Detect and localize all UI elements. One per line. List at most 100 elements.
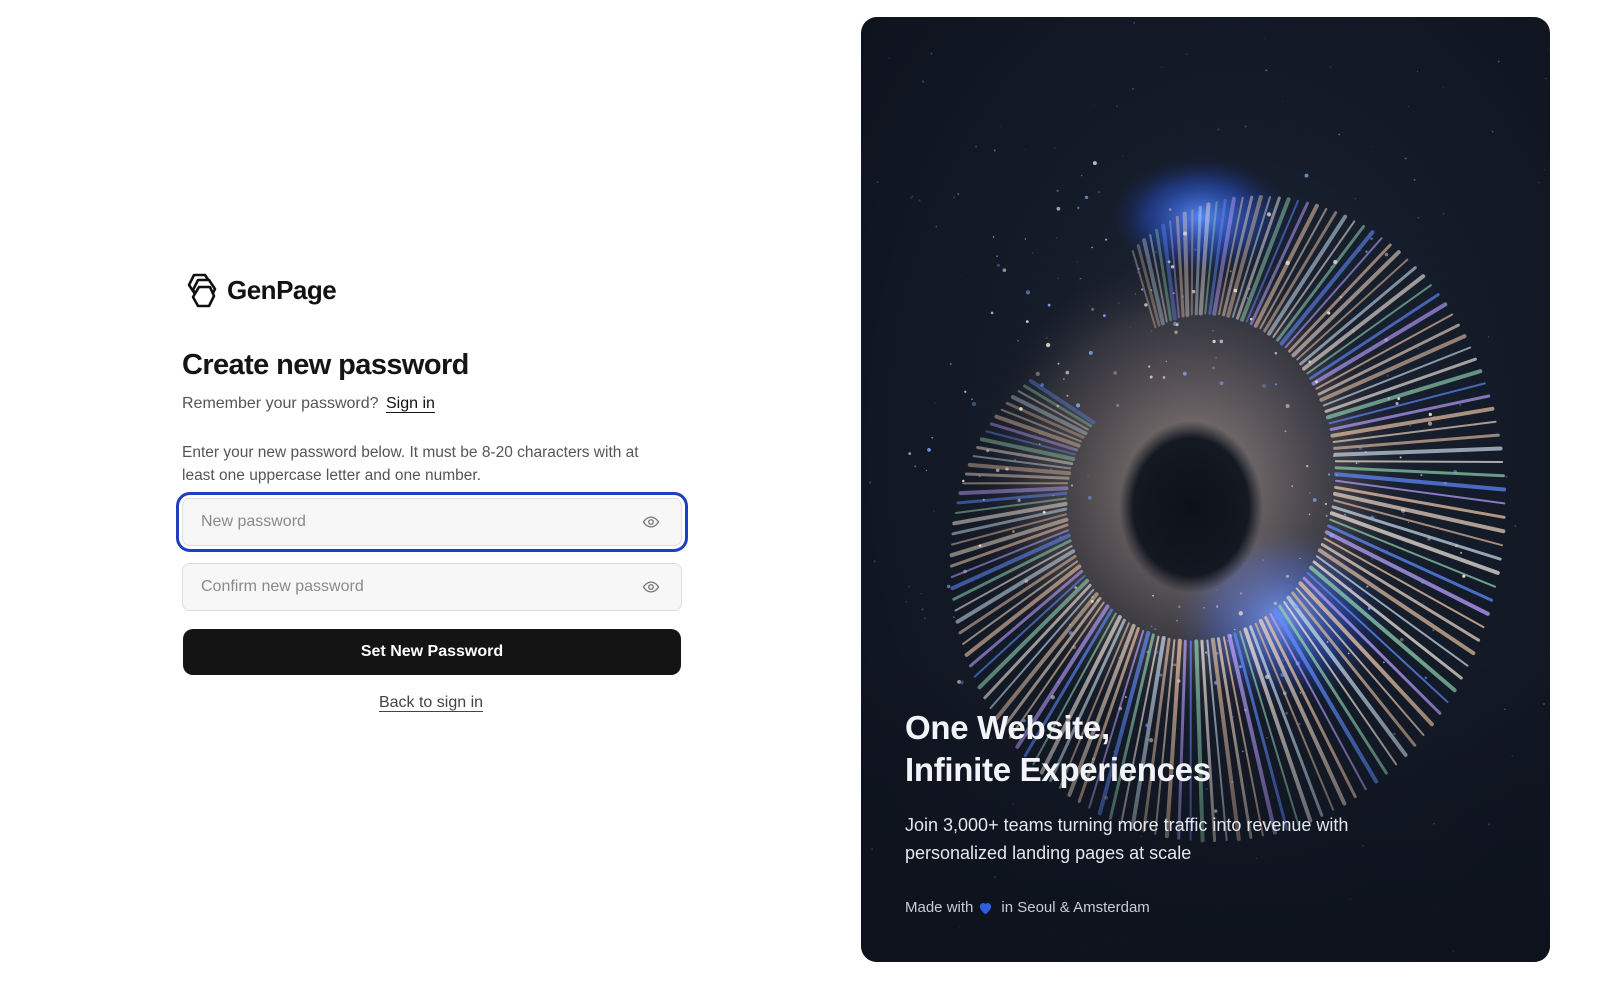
sparkle-dot	[1212, 366, 1215, 369]
sparkle-dot	[1401, 509, 1405, 513]
sparkle-dot	[1240, 592, 1243, 595]
password-requirements-text: Enter your new password below. It must b…	[182, 441, 674, 487]
sparkle-dot	[1116, 404, 1119, 407]
brand-name: GenPage	[227, 275, 336, 306]
sparkle-dot	[1151, 289, 1153, 291]
sparkle-dot	[1097, 599, 1100, 602]
page-title: Create new password	[182, 349, 469, 382]
new-password-field[interactable]	[182, 498, 682, 546]
swirl-ray	[1185, 214, 1188, 316]
form-column: GenPage Create new password Remember you…	[181, 270, 681, 310]
sparkle-dot	[1151, 626, 1152, 627]
eye-icon[interactable]	[641, 577, 661, 597]
sparkle-dot	[1040, 383, 1044, 387]
sparkle-dot	[1234, 289, 1238, 293]
genpage-logo-icon	[181, 271, 219, 309]
sparkle-dot	[1005, 467, 1008, 470]
background-star	[1132, 88, 1134, 90]
sparkle-dot	[1066, 395, 1068, 397]
sparkle-dot	[1017, 499, 1020, 502]
sparkle-dot	[1250, 318, 1252, 320]
confirm-password-field[interactable]	[182, 563, 682, 611]
confirm-password-input[interactable]	[183, 564, 641, 610]
background-star	[1265, 38, 1266, 39]
background-star	[908, 586, 909, 587]
background-star	[877, 181, 878, 182]
sparkle-dot	[950, 363, 952, 365]
sparkle-dot	[1146, 651, 1148, 653]
swirl-ray	[1192, 210, 1193, 314]
sparkle-dot	[1017, 340, 1019, 342]
sparkle-dot	[1291, 485, 1293, 487]
sparkle-dot	[1057, 207, 1061, 211]
sparkle-dot	[1331, 266, 1333, 268]
eye-icon[interactable]	[641, 512, 661, 532]
sparkle-dot	[1427, 537, 1430, 540]
sparkle-dot	[1173, 292, 1175, 294]
sparkle-dot	[1144, 303, 1147, 306]
sparkle-dot	[1330, 533, 1334, 537]
sparkle-dot	[1212, 330, 1213, 331]
sparkle-dot	[1306, 465, 1308, 467]
sparkle-dot	[1368, 607, 1371, 610]
sparkle-dot	[1274, 602, 1277, 605]
sparkle-dot	[1025, 238, 1026, 239]
sparkle-dot	[986, 449, 989, 452]
sparkle-dot	[1025, 579, 1028, 582]
sparkle-dot	[1227, 640, 1228, 641]
sparkle-dot	[1230, 634, 1233, 637]
back-to-sign-in-link[interactable]: Back to sign in	[379, 694, 483, 711]
background-star	[1488, 336, 1490, 338]
sparkle-dot	[1333, 260, 1337, 264]
sparkle-dot	[1408, 522, 1409, 523]
sparkle-dot	[914, 465, 916, 467]
sparkle-dot	[1400, 456, 1402, 458]
background-star	[1505, 476, 1507, 478]
background-star	[1094, 105, 1095, 106]
set-new-password-button[interactable]: Set New Password	[183, 629, 681, 675]
sparkle-dot	[1462, 575, 1465, 578]
new-password-input[interactable]	[183, 499, 641, 545]
sparkle-dot	[1299, 558, 1300, 559]
sparkle-dot	[1275, 383, 1277, 385]
sparkle-dot	[1309, 514, 1311, 516]
hero-title: One Website, Infinite Experiences	[905, 707, 1505, 791]
sparkle-dot	[1171, 265, 1174, 268]
sign-in-link[interactable]: Sign in	[386, 395, 435, 412]
sparkle-dot	[1183, 232, 1187, 236]
sparkle-dot	[1039, 443, 1040, 444]
sparkle-dot	[1400, 638, 1404, 642]
sparkle-dot	[996, 469, 1000, 473]
sparkle-dot	[1141, 288, 1143, 290]
sparkle-dot	[1174, 331, 1177, 334]
background-star	[1054, 147, 1055, 148]
sparkle-dot	[1328, 473, 1330, 475]
background-star	[1414, 179, 1416, 181]
background-star	[922, 608, 924, 610]
background-star	[888, 57, 889, 58]
brand[interactable]: GenPage	[181, 270, 681, 310]
sparkle-dot	[1183, 372, 1187, 376]
sparkle-dot	[1219, 340, 1223, 344]
sparkle-dot	[1327, 311, 1330, 314]
background-star	[975, 146, 977, 148]
background-star	[918, 199, 920, 201]
sparkle-dot	[1003, 268, 1007, 272]
background-star	[1056, 237, 1057, 238]
sparkle-dot	[1358, 462, 1360, 464]
sparkle-dot	[1352, 330, 1354, 332]
sparkle-dot	[1154, 650, 1158, 654]
sparkle-dot	[1370, 237, 1372, 239]
background-star	[1408, 106, 1409, 107]
sparkle-dot	[908, 452, 911, 455]
sparkle-dot	[1181, 295, 1184, 298]
back-row: Back to sign in	[181, 694, 681, 712]
background-star	[971, 398, 973, 400]
sparkle-dot	[1340, 296, 1342, 298]
sparkle-dot	[1091, 308, 1094, 311]
sparkle-dot	[1411, 390, 1412, 391]
blue-heart-icon	[978, 901, 993, 915]
sparkle-dot	[1166, 361, 1167, 362]
background-star	[1443, 87, 1444, 88]
background-star	[1547, 49, 1548, 50]
